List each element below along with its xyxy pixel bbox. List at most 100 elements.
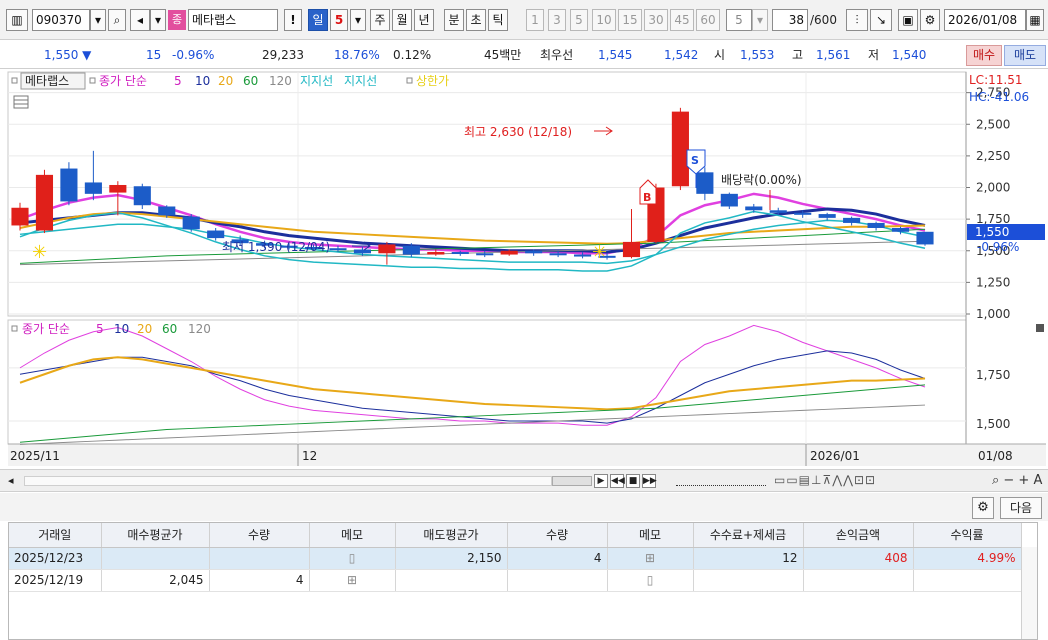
cell-profit (803, 569, 914, 592)
volume-ratio: 18.76% (334, 48, 380, 62)
price-tick-label: 2,250 (976, 149, 1010, 163)
header-sell-avg[interactable]: 매도평균가 (395, 523, 508, 548)
candle-body (867, 222, 885, 228)
memo-add-icon[interactable]: ⊞ (309, 569, 396, 592)
speed-slider[interactable] (676, 476, 766, 486)
candle-body (133, 186, 151, 206)
lower-panel-close-icon[interactable] (1036, 324, 1044, 332)
interval-5-button[interactable]: 5 (570, 9, 588, 31)
trade-table: 거래일 매수평균가 수량 메모 매도평균가 수량 메모 수수료+제세금 손익금액… (9, 523, 1022, 592)
count-input[interactable]: 38 (772, 9, 808, 31)
interval-15-button[interactable]: 15 (618, 9, 642, 31)
day-unit-field[interactable]: 5 (330, 9, 348, 31)
buy-button[interactable]: 매수 (966, 45, 1002, 66)
date-label: 2025/11 (10, 449, 60, 463)
dividend-label: 배당락(0.00%) (721, 173, 802, 187)
volume: 29,233 (262, 48, 304, 62)
chart-layout-icon[interactable]: ▥ (6, 9, 28, 31)
interval-10-button[interactable]: 10 (592, 9, 616, 31)
forward-icon[interactable]: ▶▶ (642, 474, 657, 488)
draw-line-icon[interactable]: ↘ (870, 9, 892, 31)
last-date-label: 01/08 (978, 449, 1013, 463)
open-label: 시 (714, 48, 726, 62)
candle-body (622, 241, 641, 258)
next-button[interactable]: 다음 (1000, 497, 1042, 519)
grid-toggle-icon[interactable] (13, 95, 29, 109)
sound-icon[interactable]: ◂ (130, 9, 150, 31)
stop-icon[interactable]: ■ (626, 474, 640, 488)
interval-30-button[interactable]: 30 (644, 9, 668, 31)
memo-empty-icon[interactable]: ▯ (607, 569, 694, 592)
price-tick-label: 2,500 (976, 117, 1010, 131)
gear-icon[interactable]: ⚙ (920, 9, 940, 31)
interval-input[interactable]: 5 (726, 9, 752, 31)
interval-dropdown[interactable]: ▾ (752, 9, 768, 31)
interval-1-button[interactable]: 1 (526, 9, 544, 31)
trade-button-row: ⚙ 다음 (0, 493, 1048, 521)
chart-scrollbar[interactable] (24, 476, 552, 486)
table-row[interactable]: 2025/12/23 ▯ 2,150 4 ⊞ 12 408 4.99% (9, 547, 1022, 570)
draw-tools-icon[interactable]: ▭▭▤⊥⊼⋀⋀⊡⊡ (774, 473, 876, 487)
tab-tick[interactable]: 틱 (488, 9, 508, 31)
alert-button[interactable]: ! (284, 9, 302, 31)
lower-legend-label: 종가 단순 (22, 322, 70, 336)
price-tick-label: 1,250 (976, 275, 1010, 289)
header-buy-memo[interactable]: 메모 (309, 523, 396, 548)
cell-sell-qty (507, 569, 608, 592)
memo-add-icon[interactable]: ⊞ (607, 547, 694, 570)
tab-minute[interactable]: 분 (444, 9, 464, 31)
header-buy-qty[interactable]: 수량 (209, 523, 310, 548)
zoom-icon[interactable]: ⌕ − + A (992, 473, 1042, 488)
header-trade-date[interactable]: 거래일 (9, 523, 102, 548)
current-price: 1,550 ▼ (44, 48, 92, 62)
table-settings-gear-icon[interactable]: ⚙ (972, 497, 994, 519)
cell-sell-avg (395, 569, 508, 592)
count-max: /600 (810, 13, 837, 27)
table-row[interactable]: 2025/12/19 2,045 4 ⊞ ▯ (9, 569, 1022, 592)
calendar-icon[interactable]: ▦ (1026, 9, 1044, 31)
header-return[interactable]: 수익률 (913, 523, 1022, 548)
candle-body (207, 230, 225, 239)
scroll-left-icon[interactable]: ◂ (8, 474, 18, 488)
cell-trade-date: 2025/12/19 (9, 569, 102, 592)
tab-month[interactable]: 월 (392, 9, 412, 31)
rewind-icon[interactable]: ◀◀ (610, 474, 625, 488)
stock-code-input[interactable]: 090370 (32, 9, 90, 31)
candle-body (720, 193, 738, 207)
sell-button[interactable]: 매도 (1004, 45, 1046, 66)
legend-resist: 지지선 (344, 74, 377, 88)
chart-scroll-thumb[interactable] (552, 476, 592, 486)
tab-year[interactable]: 년 (414, 9, 434, 31)
type-badge-icon: 종 (168, 10, 186, 30)
chart-canvas[interactable]: 2,7502,5002,2502,0001,7501,5001,2501,000… (0, 70, 1048, 470)
tab-day[interactable]: 일 (308, 9, 328, 31)
candle-type-icon[interactable]: ⫶ (846, 9, 868, 31)
header-fee-tax[interactable]: 수수료+제세금 (693, 523, 804, 548)
lc-label: LC:11.51 (969, 73, 1022, 87)
interval-3-button[interactable]: 3 (548, 9, 566, 31)
candle-body (60, 168, 78, 202)
save-icon[interactable]: ▣ (898, 9, 918, 31)
current-price-label: 1,550 (975, 225, 1009, 239)
tab-second[interactable]: 초 (466, 9, 486, 31)
trade-history-table: 거래일 매수평균가 수량 메모 매도평균가 수량 메모 수수료+제세금 손익금액… (8, 522, 1038, 640)
header-buy-avg[interactable]: 매수평균가 (101, 523, 210, 548)
stock-chart[interactable]: 2,750 2,500 2,250 2,000 1,750 1,500 1,250 1,000… (0, 70, 1048, 470)
tab-week[interactable]: 주 (370, 9, 390, 31)
day-unit-dropdown[interactable]: ▾ (350, 9, 366, 31)
search-icon[interactable]: ⌕ (108, 9, 126, 31)
header-sell-qty[interactable]: 수량 (507, 523, 608, 548)
play-icon[interactable]: ▶ (594, 474, 608, 488)
sound-dropdown[interactable]: ▾ (150, 9, 166, 31)
stock-code-dropdown[interactable]: ▾ (90, 9, 106, 31)
header-profit[interactable]: 손익금액 (803, 523, 914, 548)
price-tick-label: 1,000 (976, 307, 1010, 321)
interval-45-button[interactable]: 45 (670, 9, 694, 31)
stock-name-field: 메타랩스 (188, 9, 278, 31)
table-vertical-scrollbar[interactable] (1021, 547, 1037, 639)
lower-tick-label: 1,750 (976, 368, 1010, 382)
header-sell-memo[interactable]: 메모 (607, 523, 694, 548)
interval-60-button[interactable]: 60 (696, 9, 720, 31)
date-input[interactable]: 2026/01/08 (944, 9, 1026, 31)
memo-empty-icon[interactable]: ▯ (309, 547, 396, 570)
